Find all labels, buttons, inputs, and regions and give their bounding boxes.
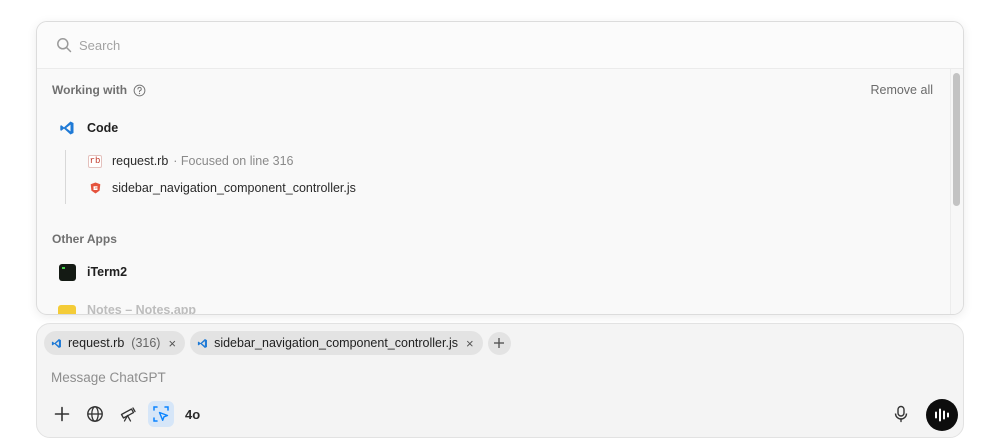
search-input[interactable] [79,37,679,53]
plus-icon [54,406,70,422]
file-tree-guide [65,150,66,204]
app-name: Notes – Notes.app [87,303,197,315]
file-meta: · Focused on line 316 [173,154,294,168]
stimulus-file-icon [88,181,102,195]
telescope-icon [120,407,136,422]
context-picker-popup: Working with Remove all Code rb request.… [36,21,964,315]
pointer-select-icon [153,406,169,422]
dictation-button[interactable] [888,401,914,427]
research-button[interactable] [115,401,141,427]
message-input[interactable] [51,370,851,385]
chip-line-number: (316) [131,336,161,350]
app-item-notes[interactable]: Notes – Notes.app [58,301,197,315]
message-composer: request.rb (316) × sidebar_navigation_co… [36,323,964,438]
search-bar [37,22,963,69]
model-selector[interactable]: 4o [185,407,200,422]
vscode-icon [51,338,61,348]
file-name: request.rb [112,154,169,168]
context-chip-sidebar-controller[interactable]: sidebar_navigation_component_controller.… [190,331,483,355]
working-with-heading: Working with [52,83,146,97]
other-apps-heading: Other Apps [52,232,117,246]
close-icon[interactable]: × [466,336,474,351]
file-item-request-rb[interactable]: rb request.rb · Focused on line 316 [87,154,294,168]
ruby-file-icon: rb [87,154,103,168]
attach-button[interactable] [49,401,75,427]
app-item-code[interactable]: Code [58,119,118,137]
help-icon[interactable] [133,84,146,97]
file-item-sidebar-controller[interactable]: sidebar_navigation_component_controller.… [88,181,356,195]
notes-icon [58,301,76,314]
attached-context-chips: request.rb (316) × sidebar_navigation_co… [44,331,511,355]
search-icon [57,38,72,53]
vscode-icon [58,119,76,137]
app-name: iTerm2 [87,265,128,279]
ruby-file-badge: rb [87,154,103,168]
chip-label: request.rb [68,336,125,350]
file-name: sidebar_navigation_component_controller.… [112,181,356,195]
iterm-icon [58,263,76,281]
app-item-iterm2[interactable]: iTerm2 [58,263,127,281]
waveform-icon [935,408,949,422]
microphone-icon [894,405,908,423]
context-chip-request-rb[interactable]: request.rb (316) × [44,331,186,355]
working-with-label: Working with [52,83,128,97]
close-icon[interactable]: × [168,336,176,351]
vscode-icon [197,338,208,348]
scrollbar-thumb[interactable] [953,73,960,206]
remove-all-button[interactable]: Remove all [870,83,933,97]
globe-icon [87,406,103,422]
voice-mode-button[interactable] [926,399,958,431]
plus-icon [494,338,505,348]
web-search-button[interactable] [82,401,108,427]
app-name: Code [87,121,119,135]
add-context-button[interactable] [487,331,511,355]
chip-label: sidebar_navigation_component_controller.… [214,336,458,350]
work-with-apps-button[interactable] [148,401,174,427]
